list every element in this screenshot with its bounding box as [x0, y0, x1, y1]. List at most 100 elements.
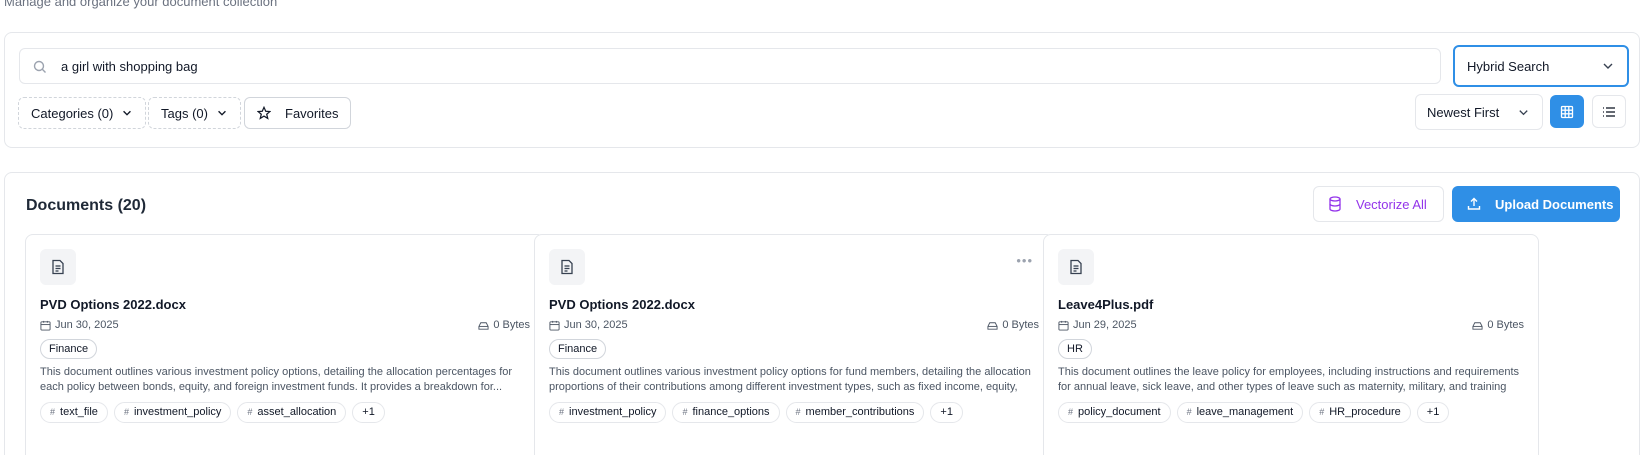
document-date: Jun 30, 2025 — [40, 319, 119, 331]
tag-badge[interactable]: # finance_options — [672, 402, 780, 423]
sort-value: Newest First — [1427, 105, 1500, 120]
more-tags-badge[interactable]: +1 — [352, 402, 385, 423]
hash-icon: # — [1319, 407, 1325, 417]
upload-icon — [1467, 197, 1481, 210]
chevron-down-icon — [218, 110, 226, 116]
tag-badge[interactable]: # investment_policy — [549, 402, 667, 423]
document-date-text: Jun 30, 2025 — [564, 319, 628, 331]
document-size-text: 0 Bytes — [1487, 319, 1524, 331]
database-icon — [1329, 196, 1341, 212]
document-description: This document outlines various investmen… — [549, 366, 1031, 393]
document-card[interactable]: ••• PVD Options 2022.docx Jun 30, 2025 0… — [534, 234, 1054, 455]
search-query: a girl with shopping bag — [61, 59, 198, 74]
more-options-icon[interactable]: ••• — [1016, 253, 1033, 268]
more-tags-label: +1 — [362, 406, 375, 418]
document-name[interactable]: PVD Options 2022.docx — [549, 297, 695, 312]
hard-drive-icon — [1472, 321, 1483, 330]
list-view-button[interactable] — [1592, 95, 1626, 128]
hash-icon: # — [1068, 407, 1074, 417]
sort-select[interactable]: Newest First — [1415, 94, 1543, 130]
search-mode-select[interactable]: Hybrid Search — [1453, 45, 1629, 87]
document-size: 0 Bytes — [987, 319, 1039, 331]
tag-label: finance_options — [692, 406, 770, 418]
tag-label: investment_policy — [569, 406, 657, 418]
document-size-text: 0 Bytes — [493, 319, 530, 331]
document-date-text: Jun 30, 2025 — [55, 319, 119, 331]
tag-badge[interactable]: # policy_document — [1058, 402, 1171, 423]
category-badge: HR — [1058, 339, 1092, 359]
chevron-down-icon — [1603, 63, 1613, 69]
hash-icon: # — [795, 407, 801, 417]
tag-badge[interactable]: # HR_procedure — [1309, 402, 1411, 423]
calendar-icon — [549, 320, 560, 331]
tag-badge[interactable]: # member_contributions — [785, 402, 925, 423]
vectorize-all-label: Vectorize All — [1356, 196, 1427, 212]
document-description: This document outlines the leave policy … — [1058, 366, 1520, 393]
tag-label: asset_allocation — [257, 406, 337, 418]
hash-icon: # — [50, 407, 56, 417]
more-tags-badge[interactable]: +1 — [930, 402, 963, 423]
hash-icon: # — [123, 407, 129, 417]
calendar-icon — [1058, 320, 1069, 331]
tag-list: # policy_document # leave_management # HR_p… — [1058, 402, 1450, 423]
chevron-down-icon — [123, 110, 132, 116]
tag-label: member_contributions — [805, 406, 915, 418]
file-text-icon — [1058, 249, 1094, 285]
category-badge: Finance — [549, 339, 607, 359]
search-mode-value: Hybrid Search — [1467, 59, 1550, 74]
star-icon — [257, 106, 271, 120]
file-text-icon — [40, 249, 76, 285]
tag-badge[interactable]: # text_file — [40, 402, 108, 423]
document-size: 0 Bytes — [1472, 319, 1524, 331]
category-badge: Finance — [40, 339, 98, 359]
documents-panel: Documents (20) Vectorize All Upload Docu… — [4, 172, 1640, 455]
hard-drive-icon — [987, 321, 998, 330]
file-text-icon — [549, 249, 585, 285]
list-icon — [1603, 106, 1615, 117]
tags-filter-button[interactable]: Tags (0) — [148, 97, 241, 129]
favorites-button[interactable]: Favorites — [244, 97, 352, 129]
upload-documents-button[interactable]: Upload Documents — [1452, 186, 1620, 222]
hash-icon: # — [682, 407, 688, 417]
document-name[interactable]: Leave4Plus.pdf — [1058, 297, 1153, 312]
search-icon — [33, 60, 46, 73]
categories-filter-label: Categories (0) — [31, 105, 114, 121]
chevron-down-icon — [1519, 110, 1528, 116]
document-date: Jun 29, 2025 — [1058, 319, 1137, 331]
vectorize-all-button[interactable]: Vectorize All — [1313, 186, 1444, 222]
document-date-text: Jun 29, 2025 — [1073, 319, 1137, 331]
tag-label: text_file — [60, 406, 98, 418]
tag-label: policy_document — [1078, 406, 1161, 418]
tag-badge[interactable]: # leave_management — [1176, 402, 1304, 423]
calendar-icon — [40, 320, 51, 331]
document-date: Jun 30, 2025 — [549, 319, 628, 331]
document-size: 0 Bytes — [478, 319, 530, 331]
tags-filter-label: Tags (0) — [161, 105, 208, 121]
more-tags-label: +1 — [940, 406, 953, 418]
tag-label: leave_management — [1196, 406, 1294, 418]
hash-icon: # — [559, 407, 565, 417]
document-card[interactable]: Leave4Plus.pdf Jun 29, 2025 0 Bytes HR T… — [1043, 234, 1539, 455]
hash-icon: # — [1186, 407, 1192, 417]
hard-drive-icon — [478, 321, 489, 330]
categories-filter-button[interactable]: Categories (0) — [18, 97, 147, 129]
hash-icon: # — [247, 407, 253, 417]
tag-list: # investment_policy # finance_options # mem… — [549, 402, 963, 423]
document-size-text: 0 Bytes — [1002, 319, 1039, 331]
grid-icon — [1560, 105, 1574, 118]
document-card[interactable]: PVD Options 2022.docx Jun 30, 2025 0 Byt… — [25, 234, 545, 455]
tag-label: HR_procedure — [1329, 406, 1401, 418]
search-filter-panel: a girl with shopping bag Hybrid Search C… — [4, 32, 1640, 148]
more-tags-badge[interactable]: +1 — [1416, 402, 1450, 423]
favorites-label: Favorites — [285, 105, 339, 121]
document-name[interactable]: PVD Options 2022.docx — [40, 297, 186, 312]
tag-list: # text_file # investment_policy # asset_all… — [40, 402, 385, 423]
tag-label: investment_policy — [133, 406, 222, 418]
tag-badge[interactable]: # asset_allocation — [237, 402, 347, 423]
grid-view-button[interactable] — [1550, 95, 1584, 128]
search-input[interactable]: a girl with shopping bag — [19, 48, 1441, 84]
tag-badge[interactable]: # investment_policy — [113, 402, 232, 423]
documents-title: Documents (20) — [26, 197, 147, 214]
more-tags-label: +1 — [1426, 406, 1440, 418]
upload-documents-label: Upload Documents — [1495, 196, 1614, 212]
